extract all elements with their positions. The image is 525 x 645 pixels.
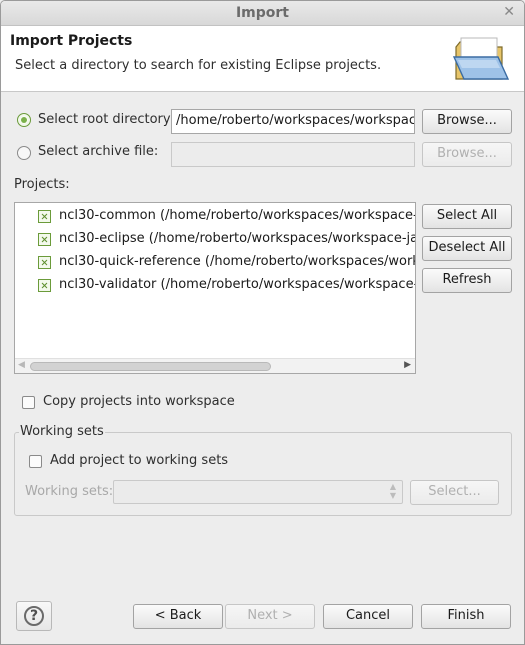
projects-list[interactable]: ncl30-common (/home/roberto/workspaces/w… xyxy=(14,202,416,374)
close-icon[interactable]: ✕ xyxy=(503,4,515,20)
scrollbar-thumb[interactable] xyxy=(30,362,271,371)
project-checkbox[interactable] xyxy=(38,279,51,292)
project-row[interactable]: ncl30-quick-reference (/home/roberto/wor… xyxy=(15,251,415,273)
finish-button[interactable]: Finish xyxy=(421,604,511,629)
archive-file-input xyxy=(171,142,415,167)
folder-open-icon xyxy=(452,37,510,80)
working-sets-group-title: Working sets xyxy=(19,424,105,439)
project-row[interactable]: ncl30-common (/home/roberto/workspaces/w… xyxy=(15,205,415,227)
browse-root-button[interactable]: Browse... xyxy=(422,109,512,134)
refresh-button[interactable]: Refresh xyxy=(422,268,512,293)
banner-message: Select a directory to search for existin… xyxy=(15,58,382,73)
project-label: ncl30-common (/home/roberto/workspaces/w… xyxy=(59,208,415,223)
root-directory-radio[interactable] xyxy=(17,113,31,127)
import-dialog: Import ✕ Import Projects Select a direct… xyxy=(0,0,525,645)
window-title: Import xyxy=(235,5,290,21)
project-checkbox[interactable] xyxy=(38,233,51,246)
help-icon: ? xyxy=(24,606,44,626)
select-working-sets-button: Select... xyxy=(410,480,499,505)
project-row[interactable]: ncl30-validator (/home/roberto/workspace… xyxy=(15,274,415,296)
next-button: Next > xyxy=(225,604,315,629)
deselect-all-button[interactable]: Deselect All xyxy=(422,236,512,261)
title-bar: Import ✕ xyxy=(1,1,524,26)
root-directory-text: Select root directory: xyxy=(38,112,175,127)
browse-archive-button: Browse... xyxy=(422,142,512,167)
combo-arrows-icon: ▲ ▼ xyxy=(389,482,396,500)
add-to-working-sets-checkbox[interactable] xyxy=(29,455,42,468)
root-directory-label[interactable]: Select root directory: xyxy=(38,112,174,127)
copy-projects-checkbox[interactable] xyxy=(22,396,35,409)
root-directory-input[interactable]: /home/roberto/workspaces/workspace-java-… xyxy=(171,109,415,134)
scroll-right-icon[interactable]: ▶ xyxy=(404,360,411,370)
archive-file-radio[interactable] xyxy=(17,146,31,160)
wizard-banner: Import Projects Select a directory to se… xyxy=(1,26,524,92)
project-row[interactable]: ncl30-eclipse (/home/roberto/workspaces/… xyxy=(15,228,415,250)
project-label: ncl30-quick-reference (/home/roberto/wor… xyxy=(59,254,415,269)
help-button[interactable]: ? xyxy=(16,601,52,631)
working-sets-label: Working sets: xyxy=(25,484,114,499)
project-label: ncl30-validator (/home/roberto/workspace… xyxy=(59,277,415,292)
back-button[interactable]: < Back xyxy=(133,604,223,629)
copy-projects-label[interactable]: Copy projects into workspace xyxy=(43,394,235,409)
horizontal-scrollbar[interactable]: ◀ ▶ xyxy=(15,358,415,373)
cancel-button[interactable]: Cancel xyxy=(323,604,413,629)
project-checkbox[interactable] xyxy=(38,256,51,269)
archive-file-label[interactable]: Select archive file: xyxy=(38,144,158,159)
select-all-button[interactable]: Select All xyxy=(422,204,512,229)
project-label: ncl30-eclipse (/home/roberto/workspaces/… xyxy=(59,231,415,246)
working-sets-combo: ▲ ▼ xyxy=(113,480,403,504)
banner-title: Import Projects xyxy=(10,33,133,49)
scroll-left-icon[interactable]: ◀ xyxy=(18,360,25,370)
projects-label: Projects: xyxy=(14,177,70,192)
add-to-working-sets-label[interactable]: Add project to working sets xyxy=(50,453,228,468)
project-checkbox[interactable] xyxy=(38,210,51,223)
